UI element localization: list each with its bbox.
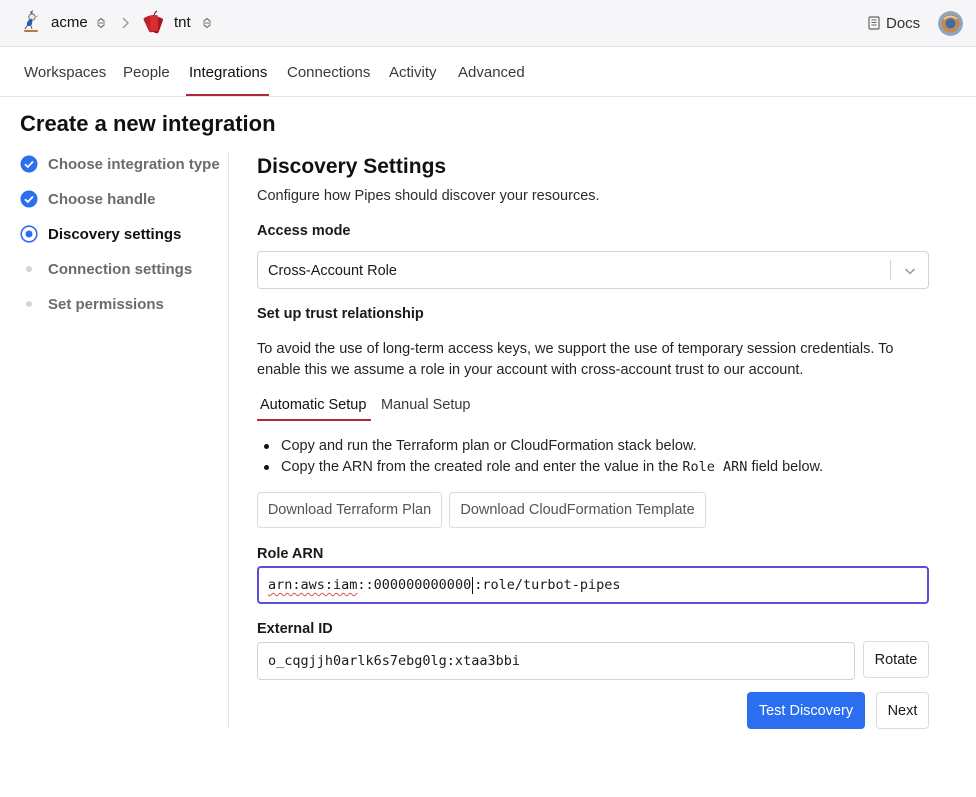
book-icon [868,16,880,30]
trust-relationship-label: Set up trust relationship [257,306,424,322]
trust-description: To avoid the use of long-term access key… [257,341,894,378]
active-subtab-indicator [257,419,371,421]
text-caret [472,576,474,594]
pending-dot-icon [20,260,38,278]
external-id-label: External ID [257,621,333,637]
step-discovery-settings[interactable]: Discovery settings [20,224,181,244]
external-id-field[interactable]: o_cqgjjh0arlk6s7ebg0lg:xtaa3bbi [257,642,855,680]
step-choose-integration-type[interactable]: Choose integration type [20,154,220,174]
step-label: Connection settings [48,260,193,278]
external-id-value: o_cqgjjh0arlk6s7ebg0lg:xtaa3bbi [268,653,520,669]
tab-integrations[interactable]: Integrations [189,64,267,81]
active-tab-indicator [186,94,269,96]
step-label: Discovery settings [48,225,182,243]
docs-label: Docs [886,14,921,32]
access-mode-select[interactable]: Cross-Account Role [257,251,929,289]
tab-advanced[interactable]: Advanced [458,64,525,81]
tab-automatic-setup[interactable]: Automatic Setup [260,397,366,413]
list-item: Copy and run the Terraform plan or Cloud… [262,436,823,457]
step-connection-settings: Connection settings [20,259,192,279]
dynamite-logo-icon[interactable] [142,10,168,36]
docs-link[interactable]: Docs [868,13,920,33]
tab-workspaces[interactable]: Workspaces [24,64,106,81]
tab-manual-setup[interactable]: Manual Setup [381,397,470,413]
step-label: Choose handle [48,190,156,208]
instruction-text: Copy and run the Terraform plan or Cloud… [281,438,697,454]
tab-activity[interactable]: Activity [389,64,437,81]
setup-instructions: Copy and run the Terraform plan or Cloud… [262,436,823,478]
org-name[interactable]: acme [51,14,88,31]
select-separator [890,260,891,280]
check-circle-icon [20,190,38,208]
section-subtitle: Configure how Pipes should discover your… [257,188,600,204]
check-circle-icon [20,155,38,173]
rotate-button[interactable]: Rotate [863,641,929,678]
instruction-text: field below. [747,459,824,475]
step-set-permissions: Set permissions [20,294,164,314]
chevron-down-icon [904,268,916,275]
stepper-divider [228,153,229,728]
access-mode-label: Access mode [257,223,351,239]
role-arn-value: ::000000000000 [357,577,472,593]
bird-logo-icon[interactable] [21,9,43,35]
download-terraform-button[interactable]: Download Terraform Plan [257,492,442,528]
workspace-name[interactable]: tnt [174,14,191,31]
updown-chevron-icon[interactable] [96,17,106,29]
instruction-text: Copy the ARN from the created role and e… [281,459,683,475]
next-button[interactable]: Next [876,692,929,729]
role-arn-input[interactable]: arn:aws:iam::000000000000:role/turbot-pi… [257,566,929,604]
top-bar: acme tnt Docs [0,0,976,47]
list-item: Copy the ARN from the created role and e… [262,457,823,478]
section-title: Discovery Settings [257,155,447,178]
tab-connections[interactable]: Connections [287,64,370,81]
access-mode-value: Cross-Account Role [268,263,397,279]
pending-dot-icon [20,295,38,313]
step-choose-handle[interactable]: Choose handle [20,189,156,209]
current-step-icon [20,225,38,243]
step-label: Set permissions [48,295,164,313]
role-arn-value: :role/turbot-pipes [474,577,621,593]
updown-chevron-icon[interactable] [202,17,212,29]
download-cloudformation-button[interactable]: Download CloudFormation Template [449,492,706,528]
main-nav: Workspaces People Integrations Connectio… [0,47,976,97]
role-arn-label: Role ARN [257,546,324,562]
page-title: Create a new integration [20,111,276,136]
test-discovery-button[interactable]: Test Discovery [747,692,865,729]
inline-code: Role ARN [682,459,748,475]
step-label: Choose integration type [48,155,220,173]
chevron-right-icon [122,17,129,29]
tab-people[interactable]: People [123,64,170,81]
role-arn-value: arn:aws:iam [268,577,358,593]
user-avatar[interactable] [938,11,963,36]
